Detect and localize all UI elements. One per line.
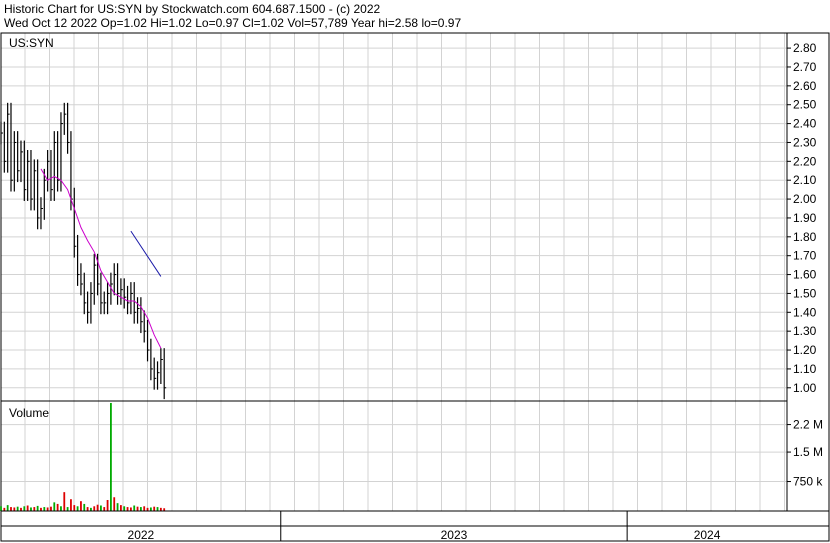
price-tick-label: 2.10 xyxy=(793,173,817,187)
volume-bar xyxy=(96,504,99,511)
price-tick-label: 2.30 xyxy=(793,135,817,149)
volume-bar xyxy=(113,497,116,511)
volume-grid xyxy=(1,401,787,511)
price-tick-label: 2.40 xyxy=(793,117,817,131)
volume-bar xyxy=(139,507,142,511)
price-tick-label: 1.90 xyxy=(793,211,817,225)
stock-chart: Historic Chart for US:SYN by Stockwatch.… xyxy=(0,2,830,542)
volume-bar xyxy=(93,506,96,511)
volume-bar xyxy=(129,507,132,511)
volume-bar xyxy=(106,500,109,511)
price-y-axis: 2.80 2.70 2.60 2.50 2.40 2.30 2.20 2.10 2.00 1.90… xyxy=(787,41,817,395)
time-axis-label: 2023 xyxy=(441,528,468,542)
volume-bar xyxy=(149,507,152,511)
price-tick-label: 1.10 xyxy=(793,362,817,376)
volume-panel-frame xyxy=(0,400,788,512)
time-axis-label: 2024 xyxy=(694,528,721,542)
volume-bar xyxy=(46,507,49,511)
symbol-label: US:SYN xyxy=(9,36,54,50)
price-tick-label: 1.60 xyxy=(793,268,817,282)
price-tick-label: 2.00 xyxy=(793,192,817,206)
volume-bar xyxy=(70,499,72,511)
volume-bar xyxy=(60,506,62,511)
price-panel-frame xyxy=(0,32,788,402)
price-tick-label: 1.50 xyxy=(793,286,817,300)
time-axis-label: 2022 xyxy=(128,528,155,542)
volume-bar xyxy=(126,507,129,511)
price-tick-label: 1.40 xyxy=(793,305,817,319)
volume-bar xyxy=(80,501,82,511)
volume-bar xyxy=(23,506,26,511)
price-tick-label: 1.20 xyxy=(793,343,817,357)
volume-bar xyxy=(6,505,9,511)
volume-bar xyxy=(156,507,159,511)
volume-bar xyxy=(116,503,119,511)
volume-bar xyxy=(0,506,2,511)
volume-bar xyxy=(36,505,39,511)
volume-tick-label: 2.2 M xyxy=(793,418,823,432)
volume-bar xyxy=(30,507,32,511)
volume-bar xyxy=(123,506,126,511)
volume-title: Volume xyxy=(9,406,49,420)
price-tick-label: 1.70 xyxy=(793,249,817,263)
volume-bar xyxy=(16,506,19,511)
price-tick-label: 2.60 xyxy=(793,79,817,93)
volume-bar xyxy=(50,506,52,511)
trend-line xyxy=(130,230,162,277)
volume-bar xyxy=(73,505,76,511)
volume-tick-label: 750 k xyxy=(793,475,823,489)
chart-header-line1: Historic Chart for US:SYN by Stockwatch.… xyxy=(4,2,380,16)
volume-bar xyxy=(56,503,59,511)
volume-bar xyxy=(136,506,139,511)
volume-y-axis: 2.2 M 1.5 M 750 k xyxy=(787,418,823,489)
volume-bar xyxy=(103,507,106,511)
price-tick-label: 2.20 xyxy=(793,154,817,168)
price-tick-label: 2.70 xyxy=(793,60,817,74)
volume-bar xyxy=(153,506,156,511)
price-tick-label: 2.80 xyxy=(793,41,817,55)
volume-bar xyxy=(133,505,136,511)
volume-bar xyxy=(26,505,29,511)
price-tick-label: 1.30 xyxy=(793,324,817,338)
volume-bar xyxy=(66,507,69,511)
price-grid xyxy=(1,33,787,401)
volume-bar xyxy=(119,505,122,511)
volume-bar xyxy=(76,506,79,511)
price-tick-label: 2.50 xyxy=(793,98,817,112)
volume-tick-label: 1.5 M xyxy=(793,445,823,459)
volume-bar xyxy=(33,507,36,511)
volume-bar xyxy=(100,505,102,511)
price-tick-label: 1.80 xyxy=(793,230,817,244)
volume-bar xyxy=(13,507,16,511)
volume-bar xyxy=(63,492,66,511)
price-series xyxy=(0,102,167,400)
price-tick-label: 1.00 xyxy=(793,381,817,395)
volume-bar xyxy=(10,507,12,511)
volume-bar xyxy=(86,507,89,511)
volume-bar xyxy=(43,507,46,511)
volume-bar xyxy=(53,502,56,511)
chart-header-line2: Wed Oct 12 2022 Op=1.02 Hi=1.02 Lo=0.97 … xyxy=(4,16,461,30)
volume-bar xyxy=(110,402,112,511)
volume-bar xyxy=(143,506,146,511)
trend-line-series xyxy=(130,230,162,277)
volume-bar xyxy=(83,503,86,511)
